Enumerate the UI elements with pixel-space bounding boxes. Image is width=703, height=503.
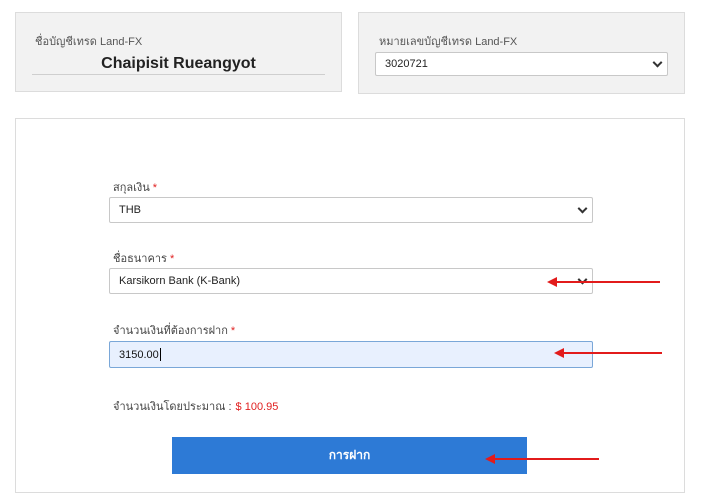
chevron-down-icon — [577, 203, 588, 214]
account-number-label: หมายเลขบัญชีเทรด Land-FX — [379, 36, 518, 48]
bank-label: ชื่อธนาคาร * — [113, 249, 174, 267]
annotation-arrow-submit — [485, 454, 599, 464]
text-caret — [159, 348, 161, 361]
deposit-form: สกุลเงิน * THB ชื่อธนาคาร * Karsikorn Bank… — [15, 118, 685, 493]
account-holder-name: Chaipisit Rueangyot — [101, 55, 256, 72]
bank-select[interactable]: Karsikorn Bank (K-Bank) — [109, 268, 593, 294]
currency-value: THB — [119, 204, 141, 216]
required-mark: * — [169, 253, 175, 265]
currency-select[interactable]: THB — [109, 197, 593, 223]
bank-label-text: ชื่อธนาคาร — [113, 253, 167, 265]
currency-label: สกุลเงิน * — [113, 178, 157, 196]
estimated-amount: จำนวนเงินโดยประมาณ : $ 100.95 — [113, 397, 278, 415]
account-number-panel: หมายเลขบัญชีเทรด Land-FX 3020721 — [358, 12, 685, 94]
required-mark: * — [152, 182, 158, 194]
amount-label: จำนวนเงินที่ต้องการฝาก * — [113, 321, 235, 339]
chevron-down-icon — [577, 274, 588, 285]
name-divider — [32, 74, 325, 75]
account-name-label: ชื่อบัญชีเทรด Land-FX — [35, 36, 143, 48]
amount-input[interactable]: 3150.00 — [109, 341, 593, 368]
account-name-panel: ชื่อบัญชีเทรด Land-FX Chaipisit Rueangyo… — [15, 12, 342, 92]
deposit-submit-button[interactable]: การฝาก — [172, 437, 527, 474]
bank-value: Karsikorn Bank (K-Bank) — [119, 275, 241, 287]
account-number-select[interactable]: 3020721 — [375, 52, 668, 76]
annotation-arrow-amount — [554, 348, 662, 358]
required-mark: * — [230, 325, 236, 337]
estimated-amount-label: จำนวนเงินโดยประมาณ : — [113, 401, 232, 413]
account-number-value: 3020721 — [385, 58, 428, 70]
estimated-amount-value: $ 100.95 — [235, 401, 279, 413]
annotation-arrow-bank — [547, 277, 660, 287]
chevron-down-icon — [652, 57, 663, 68]
amount-value: 3150.00 — [119, 348, 159, 361]
currency-label-text: สกุลเงิน — [113, 182, 150, 194]
amount-label-text: จำนวนเงินที่ต้องการฝาก — [113, 325, 228, 337]
